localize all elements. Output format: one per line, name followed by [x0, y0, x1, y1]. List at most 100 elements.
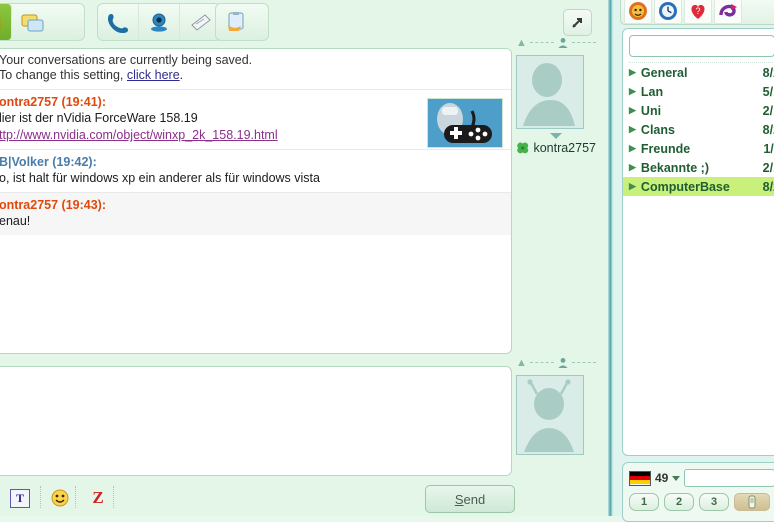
contacts-sidebar: ? ▶ General 8/ ▶ Lan 5/ ▶ Uni 2/ ▶ Clans…: [608, 0, 774, 522]
chat-column: Your conversations are currently being s…: [0, 0, 608, 516]
mood-clock-button[interactable]: [654, 0, 682, 24]
contact-list-panel: ▶ General 8/24 ▶ Lan 5/14 ▶ Uni 2/14 ▶ C…: [622, 28, 774, 456]
message-input[interactable]: [0, 366, 512, 476]
video-call-button[interactable]: [139, 4, 180, 40]
mood-toolbar: ?: [620, 0, 774, 25]
dial-call-button[interactable]: [734, 493, 770, 511]
avatar-panel-remote: ▲ kontra2757: [516, 36, 597, 155]
group-label: ComputerBase: [640, 179, 730, 194]
toolbar-group-messages: [0, 3, 85, 41]
group-count: 8/23: [762, 122, 774, 137]
chevron-right-icon[interactable]: ▶: [629, 143, 636, 154]
mood-heart-question-button[interactable]: ?: [684, 0, 712, 24]
message-row: B|Volker (19:42): o, ist halt für window…: [0, 149, 511, 192]
avatar[interactable]: [516, 55, 584, 129]
chevron-right-icon[interactable]: ▶: [629, 67, 636, 78]
clipboard-icon: [227, 12, 243, 31]
dial-key-3[interactable]: 3: [699, 493, 729, 511]
wizz-button[interactable]: Z: [86, 486, 110, 510]
person-icon: [558, 358, 568, 368]
popout-window-button[interactable]: [563, 9, 592, 36]
contact-search[interactable]: [629, 35, 774, 57]
dialpad-keys: 1 2 3: [629, 493, 774, 511]
header-divider: [529, 362, 554, 364]
change-setting-link[interactable]: click here: [127, 68, 180, 82]
group-label: Bekannte ;): [640, 160, 709, 175]
chat-transcript[interactable]: Your conversations are currently being s…: [0, 48, 512, 354]
gamepad-icon: [428, 99, 502, 147]
compose-toolbar: T Z Send: [0, 482, 520, 516]
chevron-right-icon[interactable]: ▶: [629, 181, 636, 192]
expand-arrow-icon: [572, 17, 582, 28]
history-button[interactable]: [12, 4, 53, 40]
conversations-button[interactable]: [0, 4, 12, 40]
contact-name-row: kontra2757: [516, 141, 596, 155]
group-count: 5/14: [762, 84, 774, 99]
notice-prefix: To change this setting,: [0, 68, 127, 82]
header-divider: [529, 42, 554, 44]
send-accesskey: S: [454, 491, 464, 507]
message-body: enau!: [0, 214, 31, 228]
notice-line-2: To change this setting, click here.: [0, 68, 505, 83]
collapse-chevron-icon[interactable]: ▲: [516, 357, 527, 369]
avatar[interactable]: [516, 375, 584, 455]
group-count: 8/20: [762, 179, 774, 194]
font-icon: T: [10, 488, 30, 508]
sidebar-splitter[interactable]: [608, 0, 614, 516]
contact-group-general[interactable]: ▶ General 8/24: [623, 63, 774, 82]
message-row: ontra2757 (19:41): lier ist der nVidia F…: [0, 89, 511, 149]
contact-group-computerbase[interactable]: ▶ ComputerBase 8/20: [623, 177, 774, 196]
contact-group-bekannte[interactable]: ▶ Bekannte ;) 2/10: [623, 158, 774, 177]
default-avatar-icon: [517, 56, 581, 126]
toolbar-divider: [75, 486, 77, 508]
handset-icon: [748, 495, 756, 509]
contact-group-lan[interactable]: ▶ Lan 5/14: [623, 82, 774, 101]
search-input[interactable]: [635, 38, 774, 54]
contact-group-uni[interactable]: ▶ Uni 2/14: [623, 101, 774, 120]
mood-lion-button[interactable]: [624, 0, 652, 24]
history-icon: [21, 14, 43, 32]
chevron-right-icon[interactable]: ▶: [629, 162, 636, 173]
chevron-down-icon[interactable]: [672, 475, 681, 481]
chevron-right-icon[interactable]: ▶: [629, 124, 636, 135]
mood-clock-icon: [659, 2, 677, 20]
contact-name: kontra2757: [533, 141, 596, 155]
dial-key-2[interactable]: 2: [664, 493, 694, 511]
send-button[interactable]: Send: [425, 485, 515, 513]
message-link[interactable]: ttp://www.nvidia.com/object/winxp_2k_158…: [0, 128, 278, 142]
message-sender: B|Volker (19:42):: [0, 155, 97, 169]
country-code: 49: [655, 471, 669, 485]
font-format-button[interactable]: T: [8, 486, 32, 510]
toolbar-divider: [113, 486, 115, 508]
smiley-icon: [51, 489, 69, 507]
group-count: 8/24: [762, 65, 774, 80]
avatar-panel-header[interactable]: ▲: [516, 356, 597, 370]
send-file-button[interactable]: [216, 4, 257, 40]
call-button[interactable]: [98, 4, 139, 40]
dial-key-1[interactable]: 1: [629, 493, 659, 511]
group-label: General: [640, 65, 688, 80]
default-avatar-antenna-icon: [517, 376, 581, 452]
header-divider: [571, 362, 597, 364]
contact-group-clans[interactable]: ▶ Clans 8/23: [623, 120, 774, 139]
clover-icon: [517, 142, 529, 154]
mood-swirl-icon: [719, 4, 737, 17]
chevron-right-icon[interactable]: ▶: [629, 86, 636, 97]
phone-number-input[interactable]: [684, 469, 774, 487]
emoticon-button[interactable]: [48, 486, 72, 510]
notice-suffix: .: [179, 68, 184, 82]
send-suffix: end: [463, 491, 486, 507]
mood-heart-question-icon: ?: [691, 4, 705, 19]
contact-group-freunde[interactable]: ▶ Freunde 1/11: [623, 139, 774, 158]
message-row: ontra2757 (19:43): enau!: [0, 192, 511, 235]
dial-number-row: 49: [629, 469, 774, 487]
person-icon: [558, 38, 568, 48]
collapse-chevron-icon[interactable]: ▲: [516, 37, 527, 49]
avatar-panel-header[interactable]: ▲: [516, 36, 597, 50]
chevron-right-icon[interactable]: ▶: [629, 105, 636, 116]
country-flag-icon[interactable]: [629, 470, 651, 486]
avatar-dropdown-caret-icon[interactable]: [550, 133, 562, 139]
avatar-panel-self: ▲: [516, 356, 597, 455]
toolbar-group-calls: [97, 3, 222, 41]
mood-swirl-button[interactable]: [714, 0, 742, 24]
